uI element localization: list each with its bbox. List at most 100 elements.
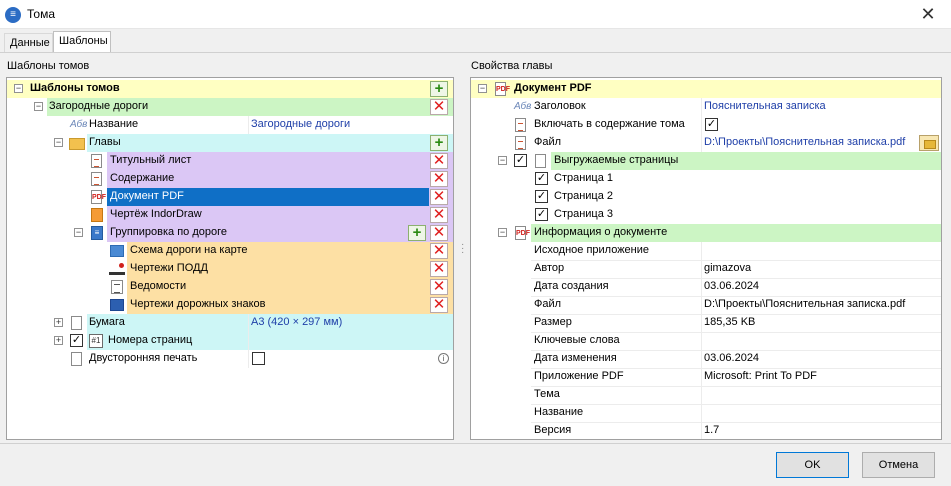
export-pages-checkbox[interactable]: ✓ (514, 154, 527, 167)
collapse-icon[interactable]: − (14, 84, 23, 93)
collapse-icon[interactable]: − (498, 156, 507, 165)
add-chapter-button[interactable]: + (430, 135, 448, 151)
duplex-checkbox[interactable] (252, 352, 265, 365)
grouping-icon: ≡ (91, 226, 103, 240)
props-row-header[interactable]: − PDF Документ PDF (471, 80, 941, 98)
tree-row-paper[interactable]: + Бумага А3 (420 × 297 мм) (7, 314, 453, 332)
paper-value[interactable]: А3 (420 × 297 мм) (251, 314, 342, 331)
info-label: Файл (534, 298, 562, 310)
pdf-icon: PDF (515, 226, 530, 240)
left-section-label: Шаблоны томов (7, 60, 90, 72)
group-item-label: Чертежи дорожных знаков (130, 298, 266, 310)
group-item-row[interactable]: Чертежи дорожных знаков ✕ (7, 296, 453, 314)
tree-row-volume[interactable]: − Загородные дороги ✕ (7, 98, 453, 116)
templates-tree-panel: − Шаблоны томов + − Загородные дороги ✕ … (6, 77, 454, 440)
chapter-label: Чертёж IndorDraw (110, 208, 202, 220)
page-checkbox[interactable]: ✓ (535, 190, 548, 203)
info-value: 03.06.2024 (704, 280, 760, 292)
tree-row-chapters[interactable]: − Главы + (7, 134, 453, 152)
delete-group-item-button[interactable]: ✕ (430, 261, 448, 277)
road-signs-icon (110, 299, 124, 311)
page-icon (535, 154, 546, 168)
info-row: Автор gimazova (471, 260, 941, 278)
tree-row-header[interactable]: − Шаблоны томов + (7, 80, 453, 98)
cancel-button[interactable]: Отмена (862, 452, 935, 478)
add-group-item-button[interactable]: + (408, 225, 426, 241)
props-row-include[interactable]: Включать в содержание тома ✓ (471, 116, 941, 134)
info-value: gimazova (704, 262, 752, 274)
panel-splitter[interactable]: · · · (461, 240, 464, 258)
page-numbers-checkbox[interactable]: ✓ (70, 334, 83, 347)
delete-chapter-button[interactable]: ✕ (430, 171, 448, 187)
chapter-row[interactable]: Содержание ✕ (7, 170, 453, 188)
group-item-label: Ведомости (130, 280, 187, 292)
expand-icon[interactable]: + (54, 318, 63, 327)
group-item-row[interactable]: Схема дороги на карте ✕ (7, 242, 453, 260)
page-numbers-icon: #1 (89, 334, 103, 348)
add-template-button[interactable]: + (430, 81, 448, 97)
close-window-button[interactable]: ✕ (905, 0, 951, 29)
delete-chapter-button[interactable]: ✕ (430, 207, 448, 223)
info-row: Исходное приложение (471, 242, 941, 260)
group-item-row[interactable]: Ведомости ✕ (7, 278, 453, 296)
info-label: Ключевые слова (534, 334, 620, 346)
collapse-icon[interactable]: − (498, 228, 507, 237)
pdf-icon: PDF (91, 190, 106, 204)
page-icon (71, 316, 82, 330)
collapse-icon[interactable]: − (34, 102, 43, 111)
delete-chapter-button[interactable]: ✕ (430, 153, 448, 169)
heading-value[interactable]: Пояснительная записка (704, 98, 826, 115)
page-label: Страница 1 (554, 172, 614, 184)
props-row-heading[interactable]: Абв Заголовок Пояснительная записка (471, 98, 941, 116)
delete-group-item-button[interactable]: ✕ (430, 243, 448, 259)
grid-line (531, 368, 941, 369)
chapters-label: Главы (89, 136, 121, 148)
chapter-row-selected[interactable]: PDF Документ PDF ✕ (7, 188, 453, 206)
page-checkbox[interactable]: ✓ (535, 208, 548, 221)
name-label: Название (89, 118, 139, 130)
delete-chapter-button[interactable]: ✕ (430, 189, 448, 205)
grid-line (531, 350, 941, 351)
statement-icon (111, 280, 123, 294)
collapse-icon[interactable]: − (54, 138, 63, 147)
chapter-row-group[interactable]: − ≡ Группировка по дороге + ✕ (7, 224, 453, 242)
page-row[interactable]: ✓ Страница 3 (471, 206, 941, 224)
page-checkbox[interactable]: ✓ (535, 172, 548, 185)
delete-volume-button[interactable]: ✕ (430, 99, 448, 115)
tree-row-name[interactable]: Абв Название Загородные дороги (7, 116, 453, 134)
props-row-docinfo[interactable]: − PDF Информация о документе (471, 224, 941, 242)
grid-line (531, 260, 941, 261)
chapter-row[interactable]: Титульный лист ✕ (7, 152, 453, 170)
tree-row-page-numbers[interactable]: + ✓ #1 Номера страниц (7, 332, 453, 350)
tree-row-duplex[interactable]: Двусторонняя печать i (7, 350, 453, 368)
pdf-icon: PDF (495, 82, 510, 96)
collapse-icon[interactable]: − (74, 228, 83, 237)
chapter-row[interactable]: Чертёж IndorDraw ✕ (7, 206, 453, 224)
tab-templates[interactable]: Шаблоны (53, 31, 111, 53)
info-value: 1.7 (704, 424, 720, 436)
delete-chapter-button[interactable]: ✕ (430, 225, 448, 241)
tab-data[interactable]: Данные (4, 33, 53, 53)
include-label: Включать в содержание тома (534, 118, 685, 130)
props-row-pages[interactable]: − ✓ Выгружаемые страницы (471, 152, 941, 170)
page-icon (71, 352, 82, 366)
expand-icon[interactable]: + (54, 336, 63, 345)
group-item-row[interactable]: Чертежи ПОДД ✕ (7, 260, 453, 278)
document-icon (515, 118, 526, 132)
document-icon (515, 136, 526, 150)
name-value[interactable]: Загородные дороги (251, 116, 350, 133)
ok-button[interactable]: OK (776, 452, 849, 478)
include-in-toc-checkbox[interactable]: ✓ (705, 118, 718, 131)
browse-folder-button[interactable] (919, 135, 939, 151)
footer-divider (0, 443, 951, 444)
page-row[interactable]: ✓ Страница 2 (471, 188, 941, 206)
info-icon[interactable]: i (438, 353, 449, 364)
column-divider (701, 242, 702, 439)
page-row[interactable]: ✓ Страница 1 (471, 170, 941, 188)
delete-group-item-button[interactable]: ✕ (430, 297, 448, 313)
file-value[interactable]: D:\Проекты\Пояснительная записка.pdf (704, 134, 905, 151)
grid-line (531, 332, 941, 333)
collapse-icon[interactable]: − (478, 84, 487, 93)
props-row-file[interactable]: Файл D:\Проекты\Пояснительная записка.pd… (471, 134, 941, 152)
delete-group-item-button[interactable]: ✕ (430, 279, 448, 295)
